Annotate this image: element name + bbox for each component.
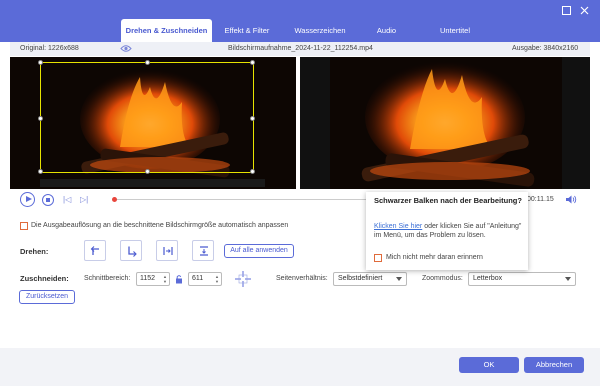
center-crop-icon[interactable] [234,270,252,288]
aspect-ratio-value: Selbstdefiniert [338,275,383,282]
dont-remind-checkbox[interactable] [374,254,382,262]
original-resolution: Original: 1226x688 [20,45,79,52]
crop-width-value: 1152 [140,275,156,282]
chevron-down-icon [396,277,402,281]
zoom-mode-label: Zoommodus: [422,275,463,282]
flip-horizontal-button[interactable] [156,240,178,261]
info-bar: Original: 1226x688 Bildschirmaufnahme_20… [10,42,590,56]
play-icon[interactable] [20,192,35,207]
stop-icon[interactable] [42,194,54,206]
aspect-ratio-label: Seitenverhältnis: [276,275,328,282]
rotate-left-icon [90,246,99,255]
crop-height-value: 611 [192,275,204,282]
crop-handle-right[interactable] [250,116,255,121]
tab-bar: Drehen & Zuschneiden Effekt & Filter Was… [121,19,495,42]
dont-remind-label: Mich nicht mehr daran erinnern [386,254,483,261]
chevron-down-icon [565,277,571,281]
flip-vertical-icon [200,246,208,256]
crop-width-input[interactable]: 1152 ▲ ▼ [136,272,170,286]
close-icon[interactable] [580,6,589,18]
tab-rotate-crop[interactable]: Drehen & Zuschneiden [121,19,212,42]
title-bar: Drehen & Zuschneiden Effekt & Filter Was… [0,0,600,42]
apply-all-button[interactable]: Auf alle anwenden [224,244,294,258]
crop-frame[interactable] [38,60,255,174]
popup-text: Klicken Sie hier oder klicken Sie auf "A… [374,222,524,240]
flip-vertical-button[interactable] [192,240,214,261]
tab-subtitle[interactable]: Untertitel [415,19,495,42]
crop-width-spinner[interactable]: ▲ ▼ [163,274,167,284]
crop-handle-bottom-left[interactable] [38,169,43,174]
volume-icon[interactable] [566,195,577,204]
eye-icon[interactable] [120,44,132,53]
tab-effect-filter[interactable]: Effekt & Filter [212,19,282,42]
cancel-button[interactable]: Abbrechen [524,357,584,373]
output-preview [300,57,590,189]
crop-height-spinner[interactable]: ▲ ▼ [215,274,219,284]
popup-title: Schwarzer Balken nach der Bearbeitung? [374,196,522,205]
crop-handle-top-right[interactable] [250,60,255,65]
crop-handle-left[interactable] [38,116,43,121]
crop-label: Zuschneiden: [20,274,69,283]
zoom-mode-value: Letterbox [473,275,503,282]
crop-area-label: Schnittbereich: [84,275,131,282]
tab-audio[interactable]: Audio [358,19,415,42]
file-name: Bildschirmaufnahme_2024-11-22_112254.mp4 [228,45,373,52]
rotate-right-icon [128,246,137,257]
tab-watermark[interactable]: Wasserzeichen [282,19,358,42]
crop-height-input[interactable]: 611 ▲ ▼ [188,272,222,286]
crop-handle-bottom-right[interactable] [250,169,255,174]
fire-image-output [300,57,590,189]
rotate-right-button[interactable] [120,240,142,261]
embedded-player-bar [40,179,265,187]
next-frame-icon[interactable]: ▷| [80,195,88,204]
crop-handle-top-left[interactable] [38,60,43,65]
crop-handle-top[interactable] [145,60,150,65]
crop-handle-bottom[interactable] [145,169,150,174]
click-here-link[interactable]: Klicken Sie hier [374,223,422,230]
current-time: 00:11.15 [527,196,554,203]
black-bar-hint-popup: Schwarzer Balken nach der Bearbeitung? K… [366,192,528,270]
flip-horizontal-icon [163,247,173,255]
rotate-left-button[interactable] [84,240,106,261]
rotate-label: Drehen: [20,247,49,256]
minimize-icon[interactable] [562,6,571,18]
timeline-marker[interactable] [112,197,117,202]
reset-button[interactable]: Zurücksetzen [19,290,75,304]
auto-adjust-label: Die Ausgabeauflösung an die beschnittene… [31,222,289,229]
auto-adjust-checkbox[interactable] [20,222,28,230]
aspect-ratio-select[interactable]: Selbstdefiniert [333,272,407,286]
lock-icon[interactable] [175,274,183,284]
ok-button[interactable]: OK [459,357,519,373]
zoom-mode-select[interactable]: Letterbox [468,272,576,286]
output-resolution: Ausgabe: 3840x2160 [512,45,579,52]
prev-frame-icon[interactable]: |◁ [63,195,71,204]
